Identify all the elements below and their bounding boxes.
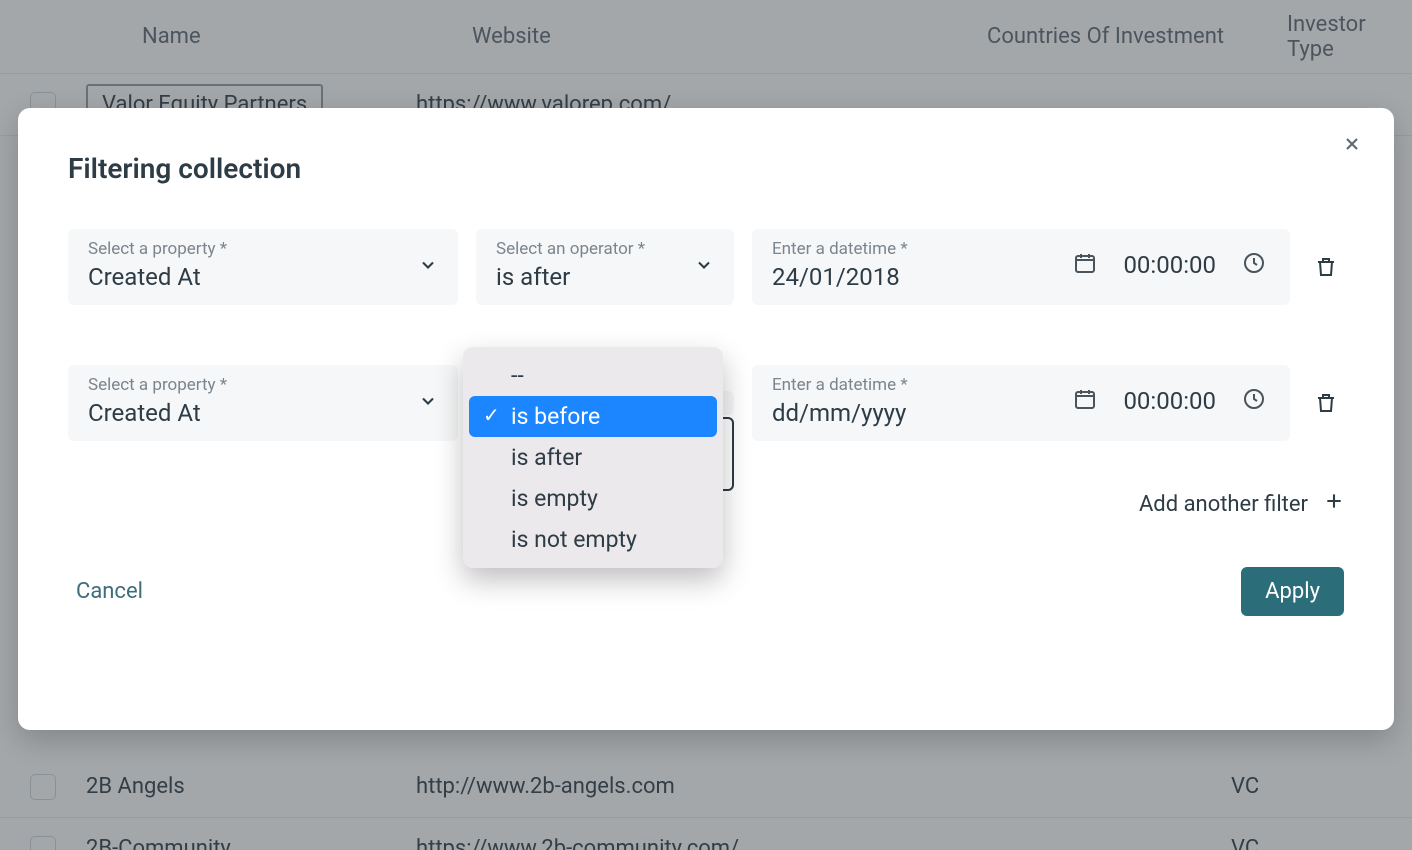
dropdown-option[interactable]: -- (469, 355, 717, 396)
dropdown-option[interactable]: is before (469, 396, 717, 437)
filter-row: Select a property * Created At Select an… (68, 229, 1344, 305)
dropdown-option[interactable]: is not empty (469, 519, 717, 560)
plus-icon (1324, 491, 1344, 517)
field-label: Enter a datetime * (772, 239, 1073, 259)
field-label: Select an operator * (496, 239, 714, 259)
filter-dialog: Filtering collection Select a property *… (18, 108, 1394, 730)
property-value: Created At (88, 263, 201, 291)
delete-filter-button[interactable] (1308, 254, 1344, 280)
dropdown-option[interactable]: is empty (469, 478, 717, 519)
datetime-field[interactable]: Enter a datetime * 24/01/2018 00:00:00 (752, 229, 1290, 305)
clock-icon[interactable] (1242, 387, 1266, 415)
chevron-down-icon (418, 391, 438, 415)
operator-select[interactable]: Select an operator * is after (476, 229, 734, 305)
field-label: Select a property * (88, 239, 438, 259)
filter-row: Select a property * Created At -- is bef… (68, 365, 1344, 441)
date-value: 24/01/2018 (772, 263, 900, 291)
calendar-icon[interactable] (1073, 251, 1097, 279)
close-icon[interactable] (1342, 134, 1362, 158)
operator-dropdown: -- is before is after is empty is not em… (463, 347, 723, 568)
field-label: Select a property * (88, 375, 438, 395)
time-value: 00:00:00 (1123, 251, 1216, 279)
dropdown-option[interactable]: is after (469, 437, 717, 478)
property-select[interactable]: Select a property * Created At (68, 365, 458, 441)
property-select[interactable]: Select a property * Created At (68, 229, 458, 305)
cancel-button[interactable]: Cancel (68, 571, 151, 612)
apply-button[interactable]: Apply (1241, 567, 1344, 616)
dialog-title: Filtering collection (68, 152, 1344, 185)
date-value: dd/mm/yyyy (772, 399, 906, 427)
chevron-down-icon (694, 255, 714, 279)
field-label: Enter a datetime * (772, 375, 1073, 395)
datetime-field[interactable]: Enter a datetime * dd/mm/yyyy 00:00:00 (752, 365, 1290, 441)
operator-select[interactable]: -- is before is after is empty is not em… (476, 391, 734, 415)
time-value: 00:00:00 (1123, 387, 1216, 415)
calendar-icon[interactable] (1073, 387, 1097, 415)
chevron-down-icon (418, 255, 438, 279)
add-filter-label: Add another filter (1139, 492, 1308, 517)
delete-filter-button[interactable] (1308, 390, 1344, 416)
property-value: Created At (88, 399, 201, 427)
operator-value: is after (496, 263, 570, 291)
clock-icon[interactable] (1242, 251, 1266, 279)
